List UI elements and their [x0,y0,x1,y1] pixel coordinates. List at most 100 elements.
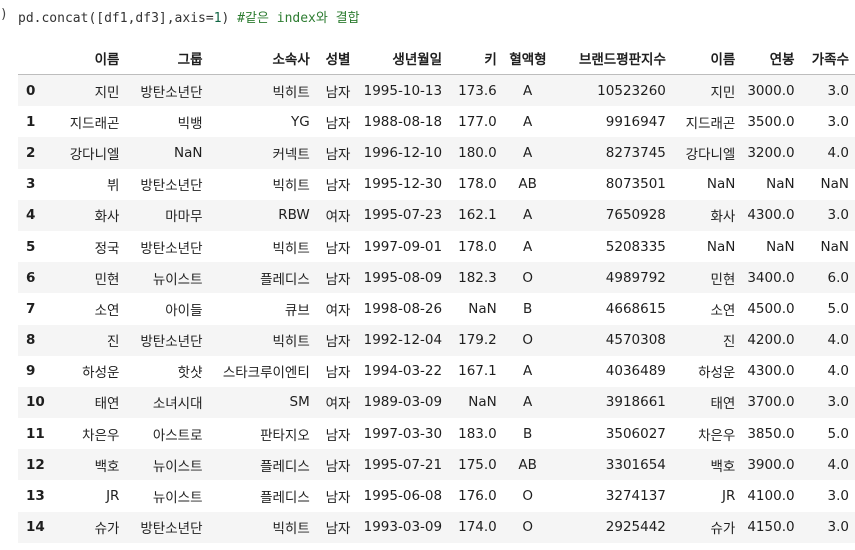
table-cell: 4.0 [827,332,849,349]
table-cell: 핫샷 [177,365,203,382]
table-cell: 슈가 [94,521,120,538]
table-cell: 차은우 [82,427,120,444]
row-index: 13 [26,488,45,505]
table-cell: A [523,363,533,380]
table-cell: 10523260 [597,82,666,99]
table-cell: 8273745 [605,144,666,161]
table-cell: RBW [278,207,310,224]
column-header: 그룹 [125,42,209,75]
table-cell: O [522,332,533,349]
table-cell: 180.0 [458,144,497,161]
table-cell: 9916947 [605,113,666,130]
column-header: 브랜드평판지수 [552,42,672,75]
table-cell: 1995-08-09 [363,269,443,286]
table-cell: 3.0 [827,488,849,505]
table-cell: NaN [174,144,203,161]
table-cell: 남자 [325,458,351,475]
table-cell: 5.0 [827,425,849,442]
table-cell: 4.0 [827,144,849,161]
table-cell: 빅히트 [272,521,310,538]
table-cell: A [523,113,533,130]
table-cell: 177.0 [458,113,497,130]
table-cell: 진 [107,334,120,351]
table-cell: NaN [766,176,795,193]
table-cell: 2925442 [605,519,666,536]
table-cell: 4100.0 [747,488,795,505]
table-row: 10 태연 소녀시대 SM 여자 1989-03-09 NaN A 3918661 태연 3700.… [18,386,855,419]
row-index: 6 [26,269,36,286]
row-index: 2 [26,144,36,161]
table-cell: 소연 [94,302,120,319]
table-cell: 1995-07-21 [363,456,443,473]
table-cell: 남자 [325,521,351,538]
table-cell: 1995-07-23 [363,207,443,224]
table-cell: 176.0 [458,488,497,505]
table-cell: 뉴이스트 [152,271,203,288]
table-cell: 방탄소년단 [140,521,203,538]
table-cell: 5208335 [605,238,666,255]
column-header: 키 [448,42,503,75]
code-cell[interactable]: ) pd.concat([df1,df3],axis=1) #같은 index와… [0,0,855,34]
table-cell: 3.0 [827,394,849,411]
table-cell: 뉴이스트 [152,490,203,507]
table-cell: 백호 [94,458,120,475]
code-args: ([df1,df3],axis= [88,11,214,26]
column-header: 혈액형 [502,42,553,75]
table-cell: 4036489 [605,363,666,380]
table-cell: 강다니엘 [685,146,736,163]
table-cell: 4300.0 [747,363,795,380]
column-header: 소속사 [208,42,316,75]
table-cell: 지드래곤 [685,115,736,132]
table-cell: 178.0 [458,238,497,255]
table-cell: YG [291,113,310,130]
table-cell: JR [106,488,120,505]
table-cell: 지민 [710,84,736,101]
table-cell: 3900.0 [747,456,795,473]
table-cell: 1989-03-09 [363,394,443,411]
table-cell: 남자 [325,115,351,132]
table-cell: 3.0 [827,113,849,130]
code-text: pd.concat([df1,df3],axis=1) #같은 index와 결… [18,7,360,26]
table-cell: 뉴이스트 [152,458,203,475]
dataframe-output: 이름 그룹 소속사 성별 생년월일 키 혈액형 브랜드평판지수 이름 연봉 가족수 0 지민 방탄소년단… [18,42,855,543]
table-row: 1 지드래곤 빅뱅 YG 남자 1988-08-18 177.0 A 9916947 지드래곤 35… [18,106,855,138]
row-index: 12 [26,456,45,473]
table-cell: 방탄소년단 [140,178,203,195]
table-cell: NaN [468,394,497,411]
table-cell: 방탄소년단 [140,334,203,351]
table-cell: 1994-03-22 [363,363,443,380]
code-comment: #같은 index와 결합 [237,11,360,26]
table-cell: 3400.0 [747,269,795,286]
table-cell: 화사 [94,209,120,226]
table-cell: 플레디스 [260,458,310,475]
table-cell: O [522,269,533,286]
row-index: 3 [26,176,36,193]
row-index: 10 [26,394,45,411]
table-cell: 1997-03-30 [363,425,443,442]
table-cell: 3500.0 [747,113,795,130]
table-cell: 1998-08-26 [363,300,443,317]
table-cell: 뷔 [107,178,120,195]
table-cell: 4989792 [605,269,666,286]
column-header: 성별 [315,42,357,75]
column-header: 연봉 [741,42,801,75]
code-axis-value: 1 [213,11,222,26]
table-cell: 3200.0 [747,144,795,161]
table-cell: 4.0 [827,363,849,380]
table-row: 0 지민 방탄소년단 빅히트 남자 1995-10-13 173.6 A 10523260 지민 3… [18,74,855,107]
cell-prompt: ) [0,7,8,22]
table-cell: 3850.0 [747,425,795,442]
table-cell: 화사 [710,209,736,226]
table-cell: NaN [706,238,736,255]
code-close: ) [221,11,230,26]
table-cell: NaN [820,176,849,193]
table-row: 3 뷔 방탄소년단 빅히트 남자 1995-12-30 178.0 AB 8073501 NaN N… [18,168,855,200]
column-header [18,42,64,75]
table-cell: O [522,488,533,505]
table-cell: A [523,207,533,224]
table-body: 0 지민 방탄소년단 빅히트 남자 1995-10-13 173.6 A 10523260 지민 3… [18,74,855,543]
table-cell: 큐브 [284,302,310,319]
row-index: 7 [26,300,36,317]
table-cell: 1995-12-30 [363,176,443,193]
header-row: 이름 그룹 소속사 성별 생년월일 키 혈액형 브랜드평판지수 이름 연봉 가족수 [18,42,855,75]
